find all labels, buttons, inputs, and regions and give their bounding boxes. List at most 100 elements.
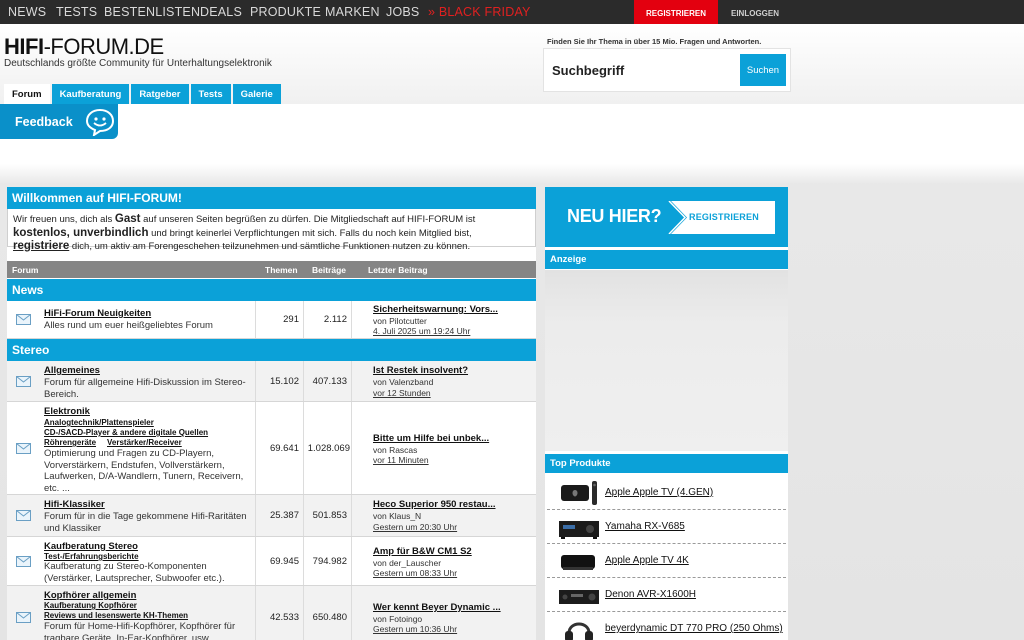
subforum-link[interactable]: Kaufberatung Kopfhörer bbox=[44, 601, 137, 611]
welcome-text-4: dich, um aktiv am Forengeschehen teilzun… bbox=[69, 241, 471, 252]
header-themen: Themen bbox=[265, 265, 298, 275]
receiver-icon bbox=[559, 521, 599, 539]
top-navigation: NEWS TESTS BESTENLISTEN DEALS PRODUKTE M… bbox=[0, 0, 1024, 27]
tab-tests[interactable]: Tests bbox=[190, 84, 231, 104]
header-beitraege: Beiträge bbox=[312, 265, 347, 275]
product-item[interactable]: Apple Apple TV (4.GEN) bbox=[547, 476, 786, 510]
welcome-kostenlos: kostenlos, unverbindlich bbox=[13, 226, 149, 239]
search-input[interactable] bbox=[549, 54, 739, 86]
table-row: HiFi-Forum Neuigkeiten Alles rund um eue… bbox=[7, 301, 536, 339]
search-label: Finden Sie Ihr Thema in über 15 Mio. Fra… bbox=[547, 37, 762, 46]
forum-main: Willkommen auf HIFI-FORUM! Wir freuen un… bbox=[7, 187, 536, 640]
product-item[interactable]: Denon AVR-X1600H bbox=[547, 578, 786, 612]
product-name[interactable]: beyerdynamic DT 770 PRO (250 Ohms) bbox=[605, 623, 783, 634]
neu-hier-register[interactable]: REGISTRIEREN bbox=[689, 212, 759, 222]
product-item[interactable]: Yamaha RX-V685 bbox=[547, 510, 786, 544]
tab-galerie[interactable]: Galerie bbox=[232, 84, 281, 104]
nav-marken[interactable]: MARKEN bbox=[325, 5, 380, 19]
nav-news[interactable]: NEWS bbox=[8, 5, 46, 19]
header-forum: Forum bbox=[12, 265, 39, 275]
nav-bestenlisten[interactable]: BESTENLISTEN bbox=[104, 5, 200, 19]
subforum-link[interactable]: CD-/SACD-Player & andere digitale Quelle… bbox=[44, 428, 208, 438]
product-name[interactable]: Apple Apple TV 4K bbox=[605, 555, 689, 566]
last-post-author: von Rascas bbox=[373, 445, 418, 455]
tab-forum[interactable]: Forum bbox=[4, 84, 50, 104]
last-post-date[interactable]: 4. Juli 2025 um 19:24 Uhr bbox=[373, 326, 470, 336]
register-button[interactable]: REGISTRIEREN bbox=[634, 0, 718, 27]
mail-icon bbox=[16, 556, 31, 567]
table-header: Forum Themen Beiträge Letzter Beitrag bbox=[7, 261, 536, 278]
last-post-title[interactable]: Amp für B&W CM1 S2 bbox=[373, 546, 472, 557]
themen-count: 15.102 bbox=[269, 376, 299, 387]
product-name[interactable]: Apple Apple TV (4.GEN) bbox=[605, 487, 713, 498]
apple-tv-icon bbox=[561, 481, 597, 505]
welcome-register-link[interactable]: registriere bbox=[13, 240, 69, 252]
nav-produkte[interactable]: PRODUKTE bbox=[250, 5, 321, 19]
tab-ratgeber[interactable]: Ratgeber bbox=[131, 84, 189, 104]
mail-icon bbox=[16, 314, 31, 325]
last-post-date[interactable]: vor 12 Stunden bbox=[373, 388, 431, 398]
welcome-text: Wir freuen uns, dich als Gast auf unsere… bbox=[7, 209, 536, 252]
last-post-title[interactable]: Wer kennt Beyer Dynamic ... bbox=[373, 602, 501, 613]
nav-deals[interactable]: DEALS bbox=[200, 5, 242, 19]
last-post-author: von der_Lauscher bbox=[373, 558, 442, 568]
site-logo[interactable]: HIFI-FORUM.DE bbox=[4, 34, 164, 60]
smiley-chat-icon bbox=[85, 108, 115, 136]
product-name[interactable]: Denon AVR-X1600H bbox=[605, 589, 696, 600]
section-stereo[interactable]: Stereo bbox=[7, 339, 536, 361]
search-button[interactable]: Suchen bbox=[740, 54, 786, 86]
table-row: Kopfhörer allgemein Kaufberatung Kopfhör… bbox=[7, 586, 536, 640]
main-tabs: Forum Kaufberatung Ratgeber Tests Galeri… bbox=[4, 84, 281, 104]
last-post-author: von Valenzband bbox=[373, 377, 434, 387]
subforum-link[interactable]: Röhrengeräte bbox=[44, 438, 96, 448]
last-post-title[interactable]: Sicherheitswarnung: Vors... bbox=[373, 304, 498, 315]
forum-title[interactable]: Hifi-Klassiker bbox=[44, 499, 105, 510]
receiver-icon bbox=[559, 590, 599, 604]
last-post-title[interactable]: Bitte um Hilfe bei unbek... bbox=[373, 433, 489, 444]
last-post-date[interactable]: Gestern um 08:33 Uhr bbox=[373, 568, 457, 578]
product-name[interactable]: Yamaha RX-V685 bbox=[605, 521, 685, 532]
forum-description: Optimierung und Fragen zu CD-Playern, Vo… bbox=[44, 448, 244, 494]
beitraege-count: 1.028.069 bbox=[307, 443, 350, 454]
nav-tests[interactable]: TESTS bbox=[56, 5, 97, 19]
forum-title[interactable]: Kaufberatung Stereo bbox=[44, 541, 138, 552]
subforum-link[interactable]: Analogtechnik/Plattenspieler bbox=[44, 418, 154, 428]
forum-title[interactable]: Kopfhörer allgemein bbox=[44, 590, 136, 601]
themen-count: 291 bbox=[283, 314, 299, 325]
section-news[interactable]: News bbox=[7, 279, 536, 301]
forum-title[interactable]: Allgemeines bbox=[44, 365, 100, 376]
neu-hier-banner[interactable]: NEU HIER? REGISTRIEREN bbox=[545, 187, 788, 247]
subforum-link[interactable]: Verstärker/Receiver bbox=[107, 438, 182, 448]
last-post-date[interactable]: Gestern um 10:36 Uhr bbox=[373, 624, 457, 634]
forum-title[interactable]: HiFi-Forum Neuigkeiten bbox=[44, 308, 151, 319]
mail-icon bbox=[16, 376, 31, 387]
product-item[interactable]: Apple Apple TV 4K bbox=[547, 544, 786, 578]
forum-description: Kaufberatung zu Stereo-Komponenten (Vers… bbox=[44, 561, 225, 584]
table-row: Allgemeines Forum für allgemeine Hifi-Di… bbox=[7, 361, 536, 402]
themen-count: 69.945 bbox=[269, 556, 299, 567]
last-post-date[interactable]: Gestern um 20:30 Uhr bbox=[373, 522, 457, 532]
table-row: Elektronik Analogtechnik/Plattenspieler … bbox=[7, 402, 536, 495]
welcome-gast: Gast bbox=[114, 213, 141, 225]
login-link[interactable]: EINLOGGEN bbox=[731, 0, 779, 27]
forum-title[interactable]: Elektronik bbox=[44, 406, 90, 417]
beitraege-count: 407.133 bbox=[312, 376, 347, 387]
forum-description: Alles rund um euer heißgeliebtes Forum bbox=[44, 320, 213, 331]
logo-bold: HIFI bbox=[4, 34, 44, 59]
product-item[interactable]: beyerdynamic DT 770 PRO (250 Ohms) bbox=[547, 612, 786, 640]
beitraege-count: 501.853 bbox=[312, 510, 347, 521]
last-post-title[interactable]: Ist Restek insolvent? bbox=[373, 365, 468, 376]
tab-kaufberatung[interactable]: Kaufberatung bbox=[51, 84, 130, 104]
last-post-author: von Klaus_N bbox=[373, 511, 422, 521]
subforum-link[interactable]: Reviews und lesenswerte KH-Themen bbox=[44, 611, 188, 621]
table-row: Kaufberatung Stereo Test-/Erfahrungsberi… bbox=[7, 537, 536, 586]
last-post-date[interactable]: vor 11 Minuten bbox=[373, 455, 429, 465]
sidebar: NEU HIER? REGISTRIEREN Anzeige Top Produ… bbox=[545, 187, 788, 640]
neu-hier-text: NEU HIER? bbox=[567, 206, 662, 226]
feedback-button[interactable]: Feedback bbox=[0, 104, 118, 139]
nav-black-friday[interactable]: » BLACK FRIDAY bbox=[428, 5, 531, 19]
welcome-text-2: auf unseren Seiten begrüßen zu dürfen. D… bbox=[140, 214, 476, 225]
mail-icon bbox=[16, 443, 31, 454]
last-post-title[interactable]: Heco Superior 950 restau... bbox=[373, 499, 496, 510]
nav-jobs[interactable]: JOBS bbox=[386, 5, 419, 19]
